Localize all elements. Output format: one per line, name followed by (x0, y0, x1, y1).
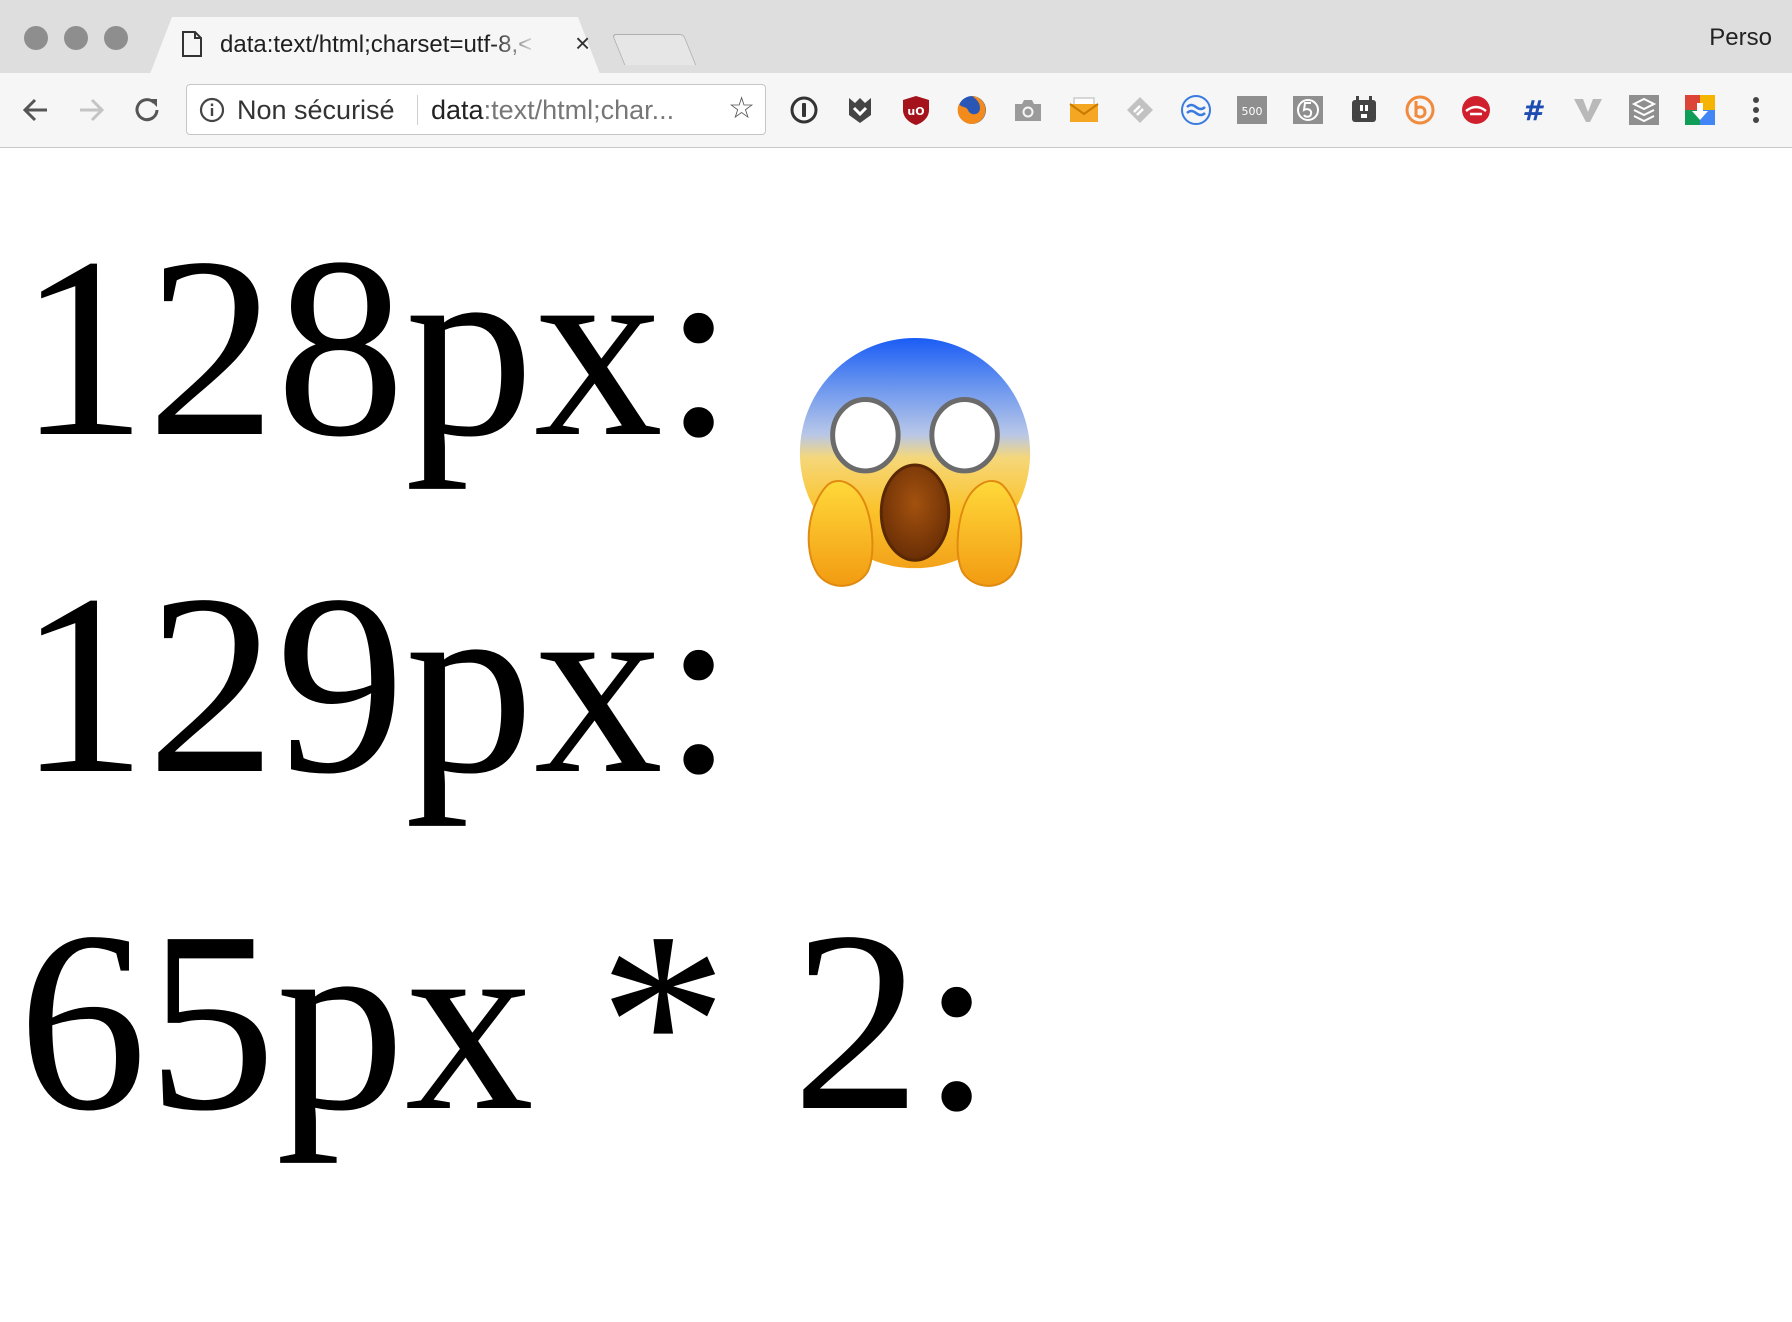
omnibox-divider (417, 95, 418, 125)
ghostery-icon[interactable] (843, 93, 877, 127)
info-icon[interactable] (199, 97, 225, 123)
browser-toolbar: Non sécurisé data:text/html;char... ☆ uO… (0, 73, 1792, 148)
hashtag-icon[interactable]: # (1515, 93, 1549, 127)
bookmark-star-icon[interactable]: ☆ (728, 93, 755, 125)
face-screaming-in-fear-icon (799, 337, 1031, 587)
layers-icon[interactable] (1627, 93, 1661, 127)
forward-button[interactable] (72, 91, 110, 129)
vivaldi-v-icon[interactable] (1571, 93, 1605, 127)
reload-button[interactable] (128, 91, 166, 129)
line-129px: 129px: (18, 541, 735, 827)
new-tab-button[interactable] (611, 34, 697, 65)
mail-icon[interactable] (1067, 93, 1101, 127)
file-icon (182, 31, 202, 57)
page-content: 128px: 129px: 65px * 2: (0, 148, 1792, 1322)
ublock-label: uO (907, 105, 924, 118)
google-download-icon[interactable] (1683, 93, 1717, 127)
line-65px-times-2: 65px * 2: (18, 878, 993, 1164)
profile-button[interactable]: Perso (1709, 24, 1772, 52)
security-label[interactable]: Non sécurisé (237, 95, 395, 126)
url-scheme: data (431, 95, 484, 125)
minimize-window-button[interactable] (64, 26, 88, 50)
back-arrow-icon (22, 98, 47, 122)
url-text[interactable]: data:text/html;char... (431, 95, 674, 126)
plug-icon[interactable] (1347, 93, 1381, 127)
address-bar[interactable]: Non sécurisé data:text/html;char... ☆ (186, 84, 766, 135)
url-rest: :text/html;char... (483, 95, 675, 125)
500px-label: 500 (1242, 105, 1263, 118)
firefox-icon[interactable] (955, 93, 989, 127)
tab-title: data:text/html;charset=utf-8,< (220, 31, 533, 58)
speedtest-icon[interactable] (1459, 93, 1493, 127)
active-tab-content[interactable]: data:text/html;charset=utf-8,< × (178, 17, 598, 72)
five-icon[interactable] (1291, 93, 1325, 127)
b-icon[interactable] (1403, 93, 1437, 127)
500px-icon[interactable]: 500 (1235, 93, 1269, 127)
close-window-button[interactable] (24, 26, 48, 50)
more-menu-icon[interactable] (1739, 93, 1773, 127)
reload-icon (135, 98, 159, 122)
tab-strip: data:text/html;charset=utf-8,< × Perso (0, 0, 1792, 74)
wave-icon[interactable] (1179, 93, 1213, 127)
camera-icon[interactable] (1011, 93, 1045, 127)
tab-close-button[interactable]: × (575, 29, 590, 57)
back-button[interactable] (17, 91, 55, 129)
line-128px: 128px: (18, 204, 735, 490)
1password-icon[interactable] (787, 93, 821, 127)
forward-arrow-icon (80, 98, 105, 122)
zoom-window-button[interactable] (104, 26, 128, 50)
ublock-origin-icon[interactable]: uO (899, 93, 933, 127)
feedly-icon[interactable] (1123, 93, 1157, 127)
